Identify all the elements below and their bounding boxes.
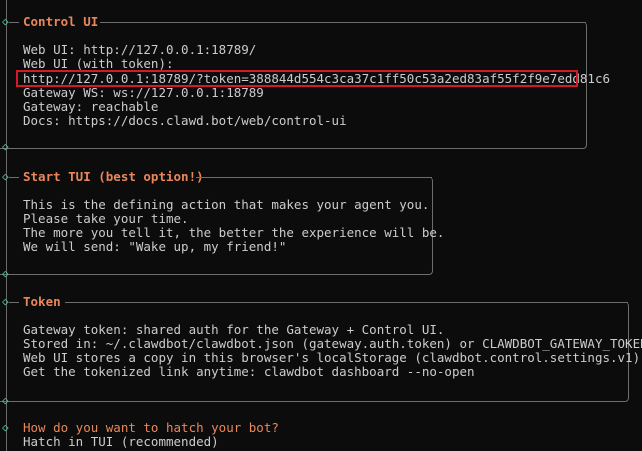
- token-dashboard-command: Get the tokenized link anytime: clawdbot…: [23, 364, 475, 379]
- gateway-ws-url: Gateway WS: ws://127.0.0.1:18789: [23, 85, 264, 100]
- diamond-icon: ◇: [2, 267, 9, 280]
- diamond-icon: ◇: [2, 140, 9, 153]
- hatch-question: How do you want to hatch your bot?: [23, 420, 279, 435]
- diamond-icon: ◇: [2, 421, 9, 434]
- token-info-line: Gateway token: shared auth for the Gatew…: [23, 322, 445, 337]
- tui-send-message: We will send: "Wake up, my friend!": [23, 239, 287, 254]
- token-localstorage-line: Web UI stores a copy in this browser's l…: [23, 350, 642, 365]
- tui-description-line: The more you tell it, the better the exp…: [23, 225, 445, 240]
- tui-description-line: Please take your time.: [23, 211, 189, 226]
- docs-link[interactable]: Docs: https://docs.clawd.bot/web/control…: [23, 114, 347, 128]
- tui-description-line: This is the defining action that makes y…: [23, 197, 430, 212]
- hatch-option-selected[interactable]: Hatch in TUI (recommended): [23, 435, 219, 449]
- web-ui-token-label: Web UI (with token):: [23, 56, 174, 71]
- gateway-status: Gateway: reachable: [23, 99, 159, 114]
- token-storage-line: Stored in: ~/.clawdbot/clawdbot.json (ga…: [23, 336, 642, 351]
- diamond-icon: ◇: [2, 394, 9, 407]
- web-ui-url[interactable]: Web UI: http://127.0.0.1:18789/: [23, 43, 256, 57]
